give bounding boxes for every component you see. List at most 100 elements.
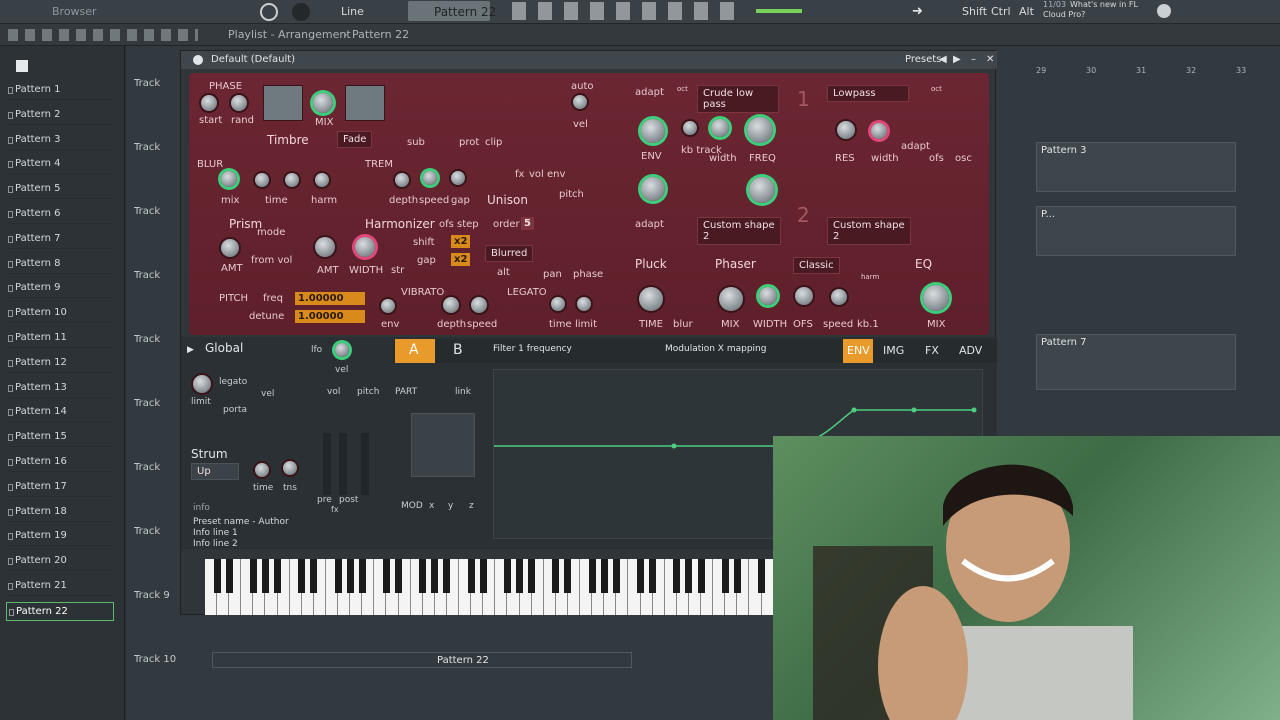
track-9-label[interactable]: Track 9 xyxy=(134,590,170,601)
track-label[interactable]: Track xyxy=(134,270,160,281)
detune-value[interactable]: 1.00000 xyxy=(295,310,365,323)
gear-icon[interactable] xyxy=(1157,4,1171,18)
trem-gap-knob[interactable] xyxy=(451,171,465,185)
arrow-right-icon[interactable]: ➜ xyxy=(912,4,926,19)
black-key[interactable] xyxy=(443,559,451,593)
tab-fx[interactable]: FX xyxy=(925,344,939,357)
metronome-icon[interactable] xyxy=(292,3,310,21)
trem-speed-knob[interactable] xyxy=(423,171,437,185)
browser-label[interactable]: Browser xyxy=(52,5,97,18)
track-label[interactable]: Track xyxy=(134,206,160,217)
pattern-list-item[interactable]: Pattern 13 xyxy=(6,379,114,398)
black-key[interactable] xyxy=(649,559,657,593)
black-key[interactable] xyxy=(697,559,705,593)
fade-select[interactable]: Fade xyxy=(337,131,373,148)
black-key[interactable] xyxy=(588,559,596,593)
black-key[interactable] xyxy=(249,559,257,593)
pattern-list-item[interactable]: Pattern 1 xyxy=(6,81,114,100)
blur-time-knob[interactable] xyxy=(255,173,269,187)
filter-2-freq-knob[interactable] xyxy=(749,177,775,203)
phaser-width-knob[interactable] xyxy=(759,287,777,305)
strum-tns-knob[interactable] xyxy=(283,461,297,475)
picker-icon[interactable] xyxy=(16,60,28,72)
close-icon[interactable]: ✕ xyxy=(986,54,994,65)
master-volume-slider[interactable] xyxy=(756,9,802,13)
res-knob[interactable] xyxy=(837,121,855,139)
snap-select[interactable]: Line xyxy=(341,5,364,18)
filter-width-knob[interactable] xyxy=(711,119,729,137)
pattern-list-item[interactable]: Pattern 14 xyxy=(6,403,114,423)
mod-target-select[interactable]: Filter 1 frequency xyxy=(493,344,572,354)
legato-limit-knob[interactable] xyxy=(577,297,591,311)
pattern-list-item[interactable]: Pattern 17 xyxy=(6,478,114,497)
rand-knob[interactable] xyxy=(231,95,247,111)
key-shift[interactable]: Shift xyxy=(962,5,987,18)
env-knob[interactable] xyxy=(381,299,395,313)
pluck-time-knob[interactable] xyxy=(639,287,663,311)
black-key[interactable] xyxy=(334,559,342,593)
filter-2-width-knob[interactable] xyxy=(871,123,887,139)
filter-1-type-select[interactable]: Crude low pass xyxy=(697,85,779,113)
prism-amt-knob[interactable] xyxy=(221,239,239,257)
filter-2-env-knob[interactable] xyxy=(641,177,665,201)
timbre-display[interactable] xyxy=(345,85,385,121)
news-text[interactable]: What's new in FL xyxy=(1070,0,1138,9)
xy-pad[interactable] xyxy=(411,413,475,477)
phaser-mode-select[interactable]: Classic xyxy=(793,257,840,274)
pattern-list-item[interactable]: Pattern 7 xyxy=(6,230,114,249)
phaser-speed-knob[interactable] xyxy=(831,289,847,305)
next-preset-icon[interactable]: ▶ xyxy=(953,54,961,65)
track-label[interactable]: Track xyxy=(134,462,160,473)
track-label[interactable]: Track xyxy=(134,78,160,89)
blur-mix-knob[interactable] xyxy=(221,171,237,187)
pattern-list-item[interactable]: Pattern 21 xyxy=(6,577,114,596)
pattern-list-item[interactable]: Pattern 19 xyxy=(6,527,114,547)
pattern-list-item[interactable]: Pattern 11 xyxy=(6,329,114,348)
pattern-list-item[interactable]: Pattern 2 xyxy=(6,106,114,125)
track-label[interactable]: Track xyxy=(134,526,160,537)
black-key[interactable] xyxy=(758,559,765,593)
black-key[interactable] xyxy=(431,559,439,593)
pre-fader[interactable] xyxy=(323,433,331,495)
harm-knob-2[interactable] xyxy=(315,173,329,187)
black-key[interactable] xyxy=(346,559,354,593)
black-key[interactable] xyxy=(274,559,281,593)
key-alt[interactable]: Alt xyxy=(1019,5,1034,18)
pattern-list-item[interactable]: Pattern 3 xyxy=(6,131,114,150)
news-text-2[interactable]: Cloud Pro? xyxy=(1043,10,1085,19)
custom-shape-1-select[interactable]: Custom shape 2 xyxy=(697,217,781,245)
track-10-label[interactable]: Track 10 xyxy=(134,654,176,665)
eq-mix-knob[interactable] xyxy=(923,285,949,311)
black-key[interactable] xyxy=(213,559,221,593)
kb-track-knob[interactable] xyxy=(683,121,697,135)
pattern-list-item[interactable]: Pattern 20 xyxy=(6,552,114,572)
key-ctrl[interactable]: Ctrl xyxy=(991,5,1011,18)
collapse-icon[interactable]: ▶ xyxy=(187,345,194,355)
pattern-list-item[interactable]: Pattern 22 xyxy=(6,601,114,621)
filter-2-number[interactable]: 2 xyxy=(797,203,810,227)
black-key[interactable] xyxy=(685,559,693,593)
black-key[interactable] xyxy=(733,559,741,593)
toolbar-icons[interactable] xyxy=(512,2,742,20)
pattern-list-item[interactable]: Pattern 12 xyxy=(6,354,114,373)
black-key[interactable] xyxy=(310,559,318,593)
post-fader[interactable] xyxy=(339,433,347,495)
black-key[interactable] xyxy=(225,559,233,593)
filter-2-type-select[interactable]: Lowpass xyxy=(827,85,909,102)
black-key[interactable] xyxy=(503,559,511,593)
black-key[interactable] xyxy=(564,559,572,593)
pattern-list-item[interactable]: Pattern 5 xyxy=(6,180,114,200)
tab-img[interactable]: IMG xyxy=(883,344,904,357)
black-key[interactable] xyxy=(637,559,644,593)
adapt-label[interactable]: adapt xyxy=(635,87,664,98)
black-key[interactable] xyxy=(612,559,620,593)
record-icon[interactable] xyxy=(260,3,278,21)
limit-knob[interactable] xyxy=(193,375,211,393)
mix-knob[interactable] xyxy=(313,93,333,113)
black-key[interactable] xyxy=(298,559,306,593)
order-value[interactable]: 5 xyxy=(521,217,534,230)
legato-time-knob[interactable] xyxy=(551,297,565,311)
minimize-icon[interactable]: – xyxy=(971,54,976,65)
legato-toggle[interactable]: legato xyxy=(219,377,247,387)
black-key[interactable] xyxy=(479,559,487,593)
